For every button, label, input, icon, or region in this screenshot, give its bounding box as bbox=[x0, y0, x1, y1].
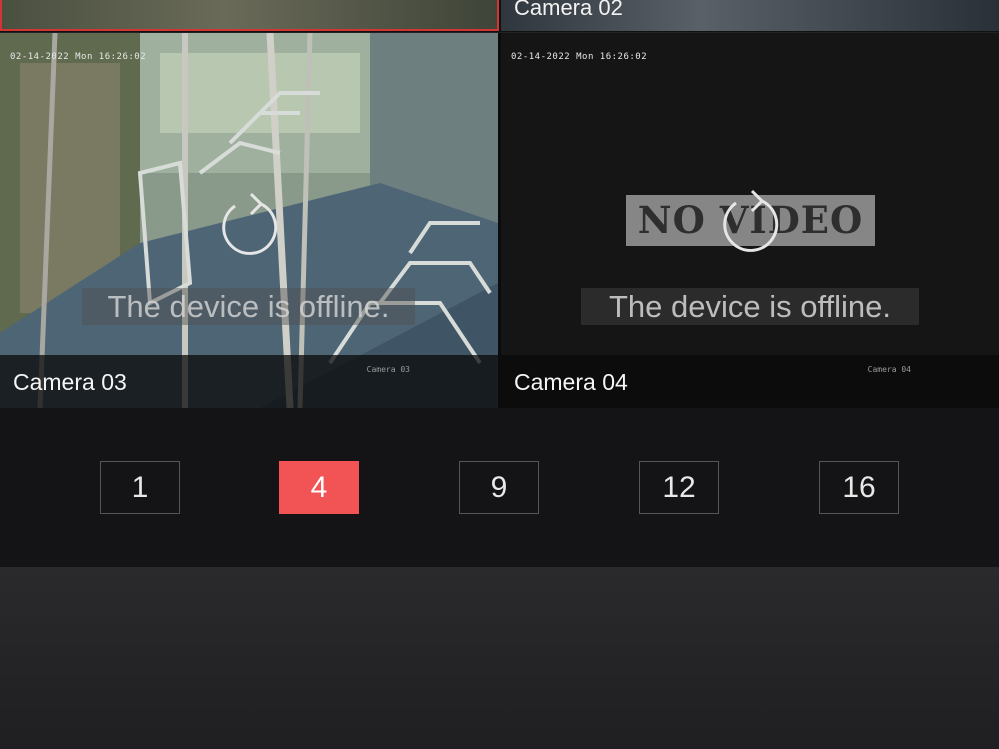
bottom-panel bbox=[0, 567, 999, 749]
timestamp: 02-14-2022 Mon 16:26:02 bbox=[511, 52, 648, 62]
camera-tile-02[interactable]: Camera 02 bbox=[501, 0, 999, 31]
osd-camera-label: Camera 04 bbox=[867, 365, 911, 374]
refresh-icon[interactable] bbox=[215, 186, 281, 256]
camera-name: Camera 04 bbox=[514, 369, 628, 395]
offline-message: The device is offline. bbox=[82, 288, 415, 325]
layout-button-12[interactable]: 12 bbox=[639, 461, 719, 514]
camera-name: Camera 03 bbox=[13, 369, 127, 395]
layout-button-1[interactable]: 1 bbox=[100, 461, 180, 514]
layout-button-9[interactable]: 9 bbox=[459, 461, 539, 514]
layout-selector-bar: 1 4 9 12 16 bbox=[0, 408, 999, 567]
osd-camera-label: Camera 03 bbox=[366, 365, 410, 374]
refresh-icon[interactable] bbox=[716, 183, 782, 253]
layout-button-16[interactable]: 16 bbox=[819, 461, 899, 514]
camera-grid: 02-14-2022 Mon 16:26:02 The device is of… bbox=[0, 33, 999, 408]
offline-message: The device is offline. bbox=[581, 288, 919, 325]
camera-tile-01[interactable] bbox=[0, 0, 499, 31]
layout-button-4[interactable]: 4 bbox=[279, 461, 359, 514]
camera-caption-bar: Camera 04 Camera 04 bbox=[501, 355, 999, 408]
timestamp: 02-14-2022 Mon 16:26:02 bbox=[10, 52, 147, 62]
camera-name: Camera 02 bbox=[514, 0, 623, 20]
top-camera-row: Camera 02 bbox=[0, 0, 999, 32]
camera-caption-bar: Camera 03 Camera 03 bbox=[0, 355, 498, 408]
camera-tile-03[interactable]: 02-14-2022 Mon 16:26:02 The device is of… bbox=[0, 33, 498, 408]
camera-tile-04[interactable]: 02-14-2022 Mon 16:26:02 NO VIDEO The dev… bbox=[501, 33, 999, 408]
